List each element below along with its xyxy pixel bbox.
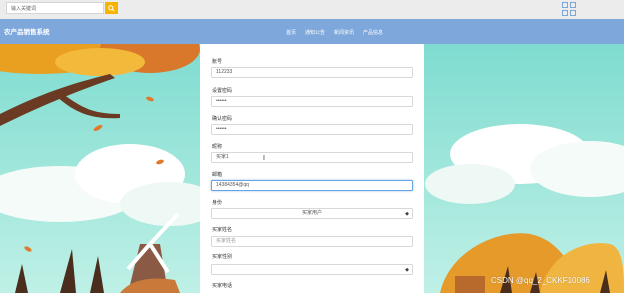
caret-icon: ◆ bbox=[405, 267, 409, 273]
buyer-gender-label: 买家性别 bbox=[212, 254, 233, 260]
top-bar: 输入关键词 bbox=[0, 0, 624, 19]
grid-cell-icon bbox=[570, 2, 576, 8]
caret-icon: ◆ bbox=[405, 211, 409, 217]
main-nav: 首页 通知公告 新闻资讯 产品信息 bbox=[286, 29, 383, 36]
password-label: 设置密码 bbox=[212, 88, 233, 94]
site-title: 农产品销售系统 bbox=[4, 29, 50, 36]
nickname-input[interactable]: 买家1 bbox=[211, 152, 413, 163]
grid-cell-icon bbox=[562, 2, 568, 8]
confirm-password-input[interactable]: •••••• bbox=[211, 124, 413, 135]
buyer-phone-label: 买家电话 bbox=[212, 283, 233, 289]
register-form: 账号 112233 设置密码 •••••• 确认密码 •••••• 昵称 买家1… bbox=[200, 44, 424, 293]
grid-cell-icon bbox=[562, 9, 568, 16]
watermark: CSDN @qq_2_CKKF10086 bbox=[491, 276, 590, 285]
confirm-password-label: 确认密码 bbox=[212, 116, 233, 122]
password-input[interactable]: •••••• bbox=[211, 96, 413, 107]
email-input[interactable]: 14384354@qq bbox=[211, 180, 413, 191]
buyer-gender-select[interactable]: ◆ bbox=[211, 264, 413, 275]
nav-item-products[interactable]: 产品信息 bbox=[363, 29, 383, 36]
role-select-value: 买家用户 bbox=[301, 210, 322, 216]
grid-cell-icon bbox=[570, 9, 576, 16]
text-cursor-icon: I bbox=[263, 155, 265, 162]
grid-icon[interactable] bbox=[562, 2, 578, 16]
email-label: 邮箱 bbox=[212, 172, 223, 178]
search-icon bbox=[108, 4, 115, 12]
nav-item-news[interactable]: 新闻资讯 bbox=[334, 29, 354, 36]
buyer-name-label: 买家姓名 bbox=[212, 227, 233, 233]
search-button[interactable] bbox=[105, 2, 118, 14]
account-input[interactable]: 112233 bbox=[211, 67, 413, 78]
account-label: 账号 bbox=[212, 59, 223, 65]
role-label: 身份 bbox=[212, 200, 223, 206]
buyer-name-input[interactable]: 买家姓名 bbox=[211, 236, 413, 247]
nav-item-home[interactable]: 首页 bbox=[286, 29, 296, 36]
nickname-label: 昵称 bbox=[212, 144, 223, 150]
nav-item-notices[interactable]: 通知公告 bbox=[305, 29, 325, 36]
search-input[interactable]: 输入关键词 bbox=[6, 2, 104, 14]
nav-bar: 农产品销售系统 首页 通知公告 新闻资讯 产品信息 bbox=[0, 19, 624, 44]
role-select[interactable]: 买家用户 ◆ bbox=[211, 208, 413, 219]
